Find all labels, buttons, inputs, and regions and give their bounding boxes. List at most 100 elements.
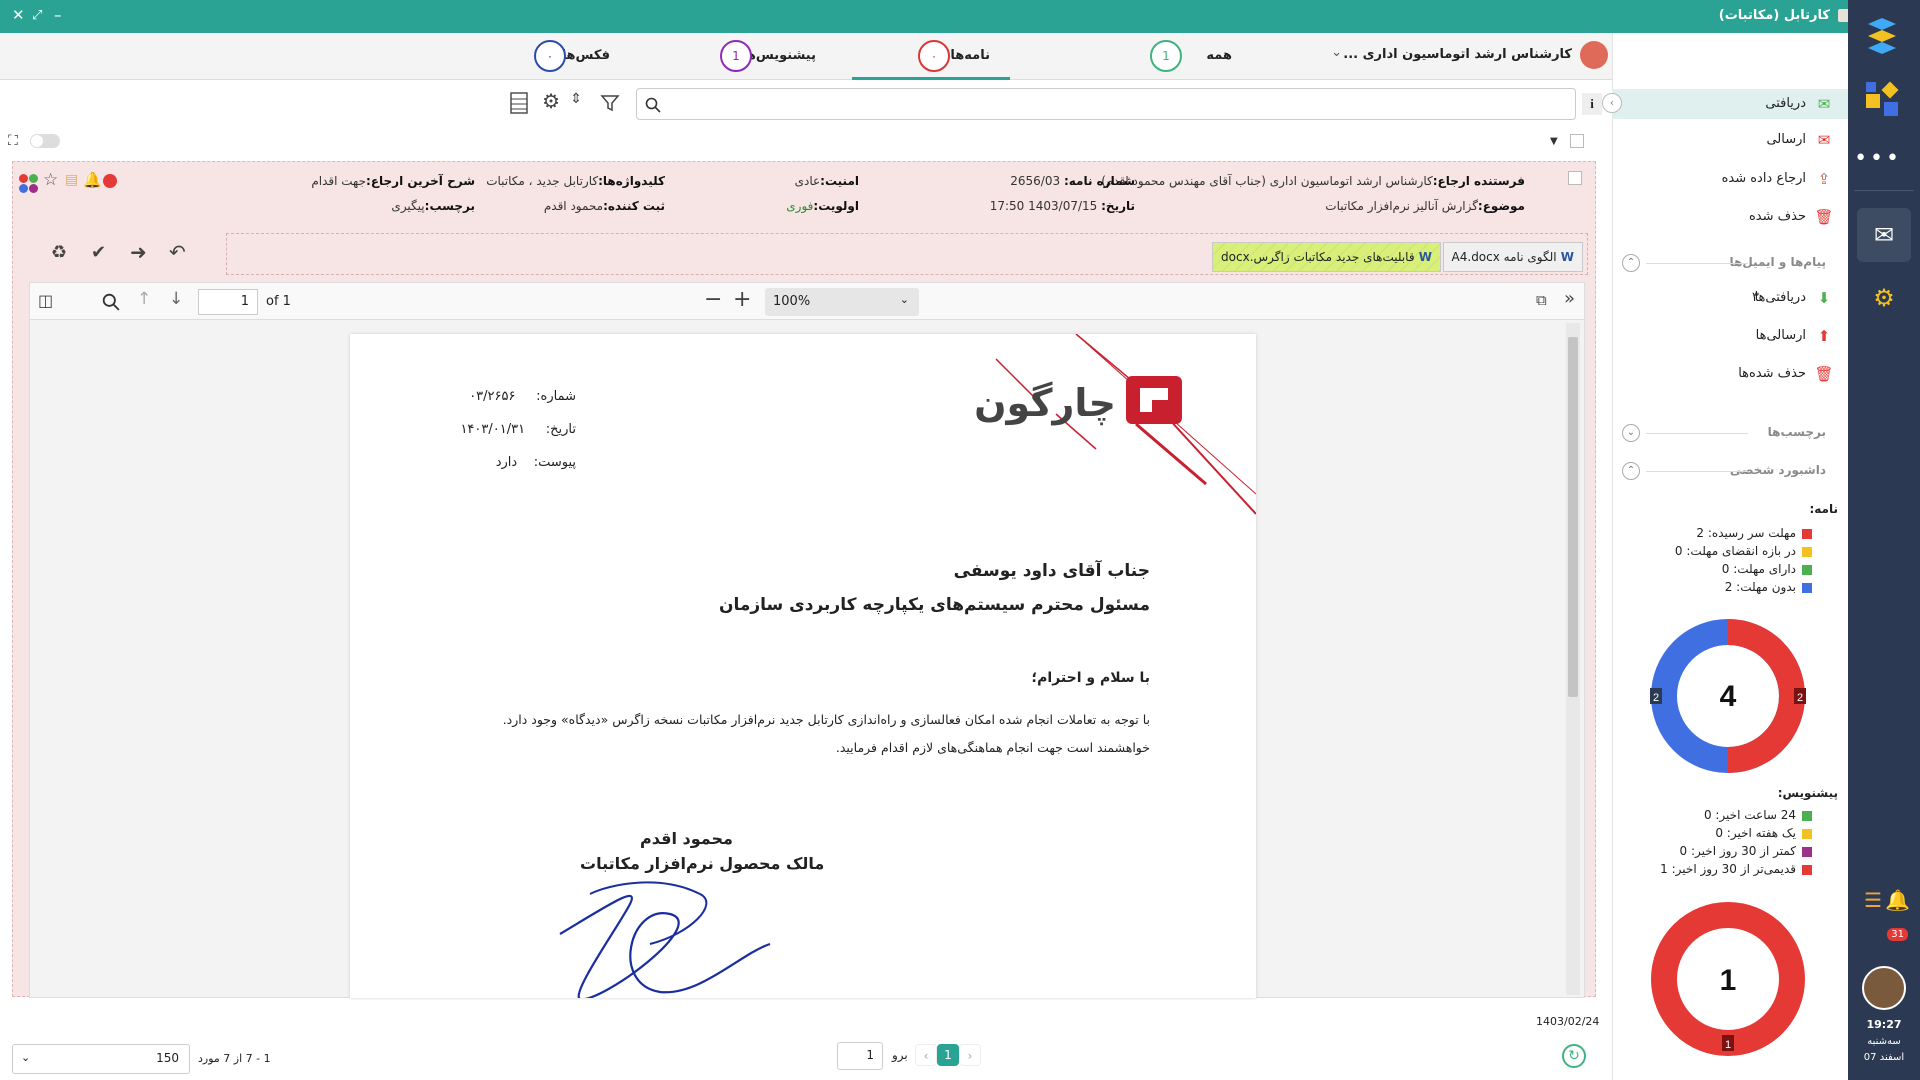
sort-icon[interactable]: ⇕ [570,91,582,107]
prev-page-icon[interactable]: ↑ [137,289,151,309]
list-icon[interactable]: ☰ [1864,888,1882,912]
check-icon[interactable]: ✔ [91,242,106,263]
layout-icon[interactable] [510,92,528,114]
inbox-envelope-icon: ✉ [1817,95,1831,113]
svg-text:چارگون: چارگون [974,381,1116,425]
section-messages[interactable]: پیام‌ها و ایمیل‌ها ⌃ [1612,253,1848,273]
double-chevron-icon[interactable]: » [1564,288,1575,309]
info-button[interactable]: i [1582,93,1602,115]
collapse-sidebar-button[interactable]: ‹ [1602,93,1622,113]
page-count: of 1 [266,294,291,309]
recycle-icon[interactable]: ♻ [51,242,67,263]
gear-icon[interactable]: ⚙ [542,89,560,113]
row-checkbox[interactable] [1568,171,1582,185]
goto-label: برو [892,1048,908,1062]
drafts-total: 1 [1720,964,1737,997]
next-page-icon[interactable]: ↓ [169,289,183,309]
attachment-chip[interactable]: W الگوی نامه A4.docx [1442,242,1583,272]
sidebar-toggle-icon[interactable]: ◫ [38,291,53,310]
attachment-chip[interactable]: W قابلیت‌های جدید مکاتبات زاگرس.docx [1212,242,1441,272]
meta-date: تاریخ: 1403/07/15 17:50 [989,199,1135,213]
zoom-select[interactable]: 100% ⌄ [765,288,919,316]
user-avatar[interactable] [1580,41,1608,69]
toggle-switch[interactable] [30,134,60,148]
page-number-input[interactable]: 1 [198,289,258,315]
clock-date: 07 اسفند [1863,1052,1905,1063]
next-page-button[interactable]: › [959,1044,981,1066]
sidebar-item-label: دریافتی‌ها [1754,290,1806,305]
company-logo: چارگون [974,334,1256,515]
sidebar-item-label: ارسالی [1766,132,1806,147]
doc-signer: محمود اقدم [640,829,733,848]
sidebar-item-label: ارجاع داده شده [1721,171,1806,186]
section-dashboard[interactable]: داشبورد شخصی ⌃ [1612,461,1848,481]
forward-arrow-icon[interactable]: ➜ [130,240,147,264]
letters-seg-right: 2 [1797,692,1803,704]
maximize-icon[interactable]: ⤢ [32,8,42,23]
sidebar-item-sent-messages[interactable]: ⬆ ارسالی‌ها [1612,321,1848,351]
sidebar-item-forwarded[interactable]: ⇪ ارجاع داده شده [1612,164,1848,194]
doc-date: تاریخ: ۱۴۰۳/۰۱/۳۱ [460,422,576,437]
sidebar-item-label: حذف شده [1749,209,1806,224]
doc-number: شماره: ۰۳/۲۶۵۶ [469,389,576,404]
minimize-icon[interactable]: – [54,6,62,24]
star-icon[interactable]: ☆ [43,170,58,190]
search-icon[interactable] [102,293,120,311]
goto-page-input[interactable]: 1 [837,1042,883,1070]
avatar[interactable] [1862,966,1906,1010]
chevron-up-icon[interactable]: ⌃ [1622,254,1640,272]
search-input[interactable] [636,88,1576,120]
sidebar-item-sent[interactable]: ✉ ارسالی [1612,125,1848,155]
presentation-icon[interactable]: ⧉ [1536,291,1547,309]
meta-last-ref: شرح آخرین ارجاع:جهت اقدام [311,174,475,188]
meta-registrar: ثبت کننده:محمود اقدم [543,199,665,213]
mail-icon[interactable]: ✉ [1857,208,1911,262]
pagesize-select[interactable]: ⌄ 150 [12,1044,190,1074]
scrollbar[interactable] [1566,323,1580,995]
settings-sliders-icon[interactable]: ⚙ [1864,278,1904,318]
meta-keywords: کلیدواژه‌ها:کارتابل جدید ، مکاتبات [486,174,665,188]
sidebar-item-inbox[interactable]: ✉ دریافتی [1612,89,1848,119]
section-labels[interactable]: برچسب‌ها ⌄ [1612,423,1848,443]
page-button-current[interactable]: 1 [937,1044,959,1066]
app-logo-icon [1868,18,1896,54]
tab-drafts[interactable]: پیشنویس‌ها 1 [720,40,912,72]
note-icon[interactable]: ▤ [65,172,78,188]
more-icon[interactable]: ••• [1854,146,1902,171]
bell-icon[interactable]: 🔔 [83,171,102,189]
zoom-out-icon[interactable]: − [704,287,722,312]
close-icon[interactable]: ✕ [12,6,25,24]
document-page: چارگون شماره: ۰۳/۲۶۵۶ تاریخ: ۱۴۰۳/۰۱/۳۱ … [350,334,1256,998]
tab-faxes[interactable]: فکس‌ها ۰ [532,40,712,72]
sidebar-item-label: ارسالی‌ها [1755,328,1806,343]
meta-sender: فرستنده ارجاع:کارشناس ارشد اتوماسیون ادا… [1101,174,1525,188]
letter-preview: ☆ ▤ 🔔 فرستنده ارجاع:کارشناس ارشد اتوماسی… [12,161,1596,998]
apps-grid-icon[interactable] [1864,80,1902,118]
chevron-down-icon[interactable]: ⌄ [1331,45,1342,60]
prev-page-button[interactable]: ‹ [915,1044,937,1066]
filter-icon[interactable] [600,93,620,113]
refresh-icon[interactable]: ↻ [1562,1044,1586,1068]
doc-attachment: پیوست: دارد [495,455,576,470]
tab-letters[interactable]: نامه‌ها ۰ [918,40,1070,72]
footer-bar: 1403/02/24 ↻ ⌄ 150 1 - 7 از 7 مورد 1 برو… [0,1000,1612,1080]
chevron-up-icon[interactable]: ⌃ [1622,462,1640,480]
sidebar-item-received-messages[interactable]: ⬇ دریافتی‌ها ۳ [1612,283,1848,313]
clock-day: سه‌شنبه [1867,1036,1901,1047]
chevron-down-icon[interactable]: ⌄ [1622,424,1640,442]
sidebar-item-deleted-messages[interactable]: 🗑 حذف شده‌ها [1612,359,1848,389]
forwarded-icon: ⇪ [1817,170,1831,188]
tab-all[interactable]: همه 1 [1132,40,1232,72]
user-name[interactable]: کارشناس ارشد اتوماسیون اداری ... [1343,47,1572,62]
zoom-in-icon[interactable]: + [733,287,751,312]
viewer-toolbar: ◫ ↑ ↓ 1 of 1 − + 100% ⌄ ⧉ » [30,283,1584,320]
letters-total: 4 [1720,680,1737,713]
select-all-checkbox[interactable] [1570,134,1584,148]
caret-down-icon[interactable]: ▼ [1550,136,1558,147]
sidebar-item-deleted[interactable]: 🗑 حذف شده [1612,202,1848,232]
letters-legend: مهلت سر رسیده: 2 در بازه انقضای مهلت: 0 … [1632,525,1812,597]
bell-icon[interactable]: 🔔 [1885,888,1910,912]
meta-priority: اولویت:فوری [786,199,859,213]
reply-arrow-icon[interactable]: ↶ [169,240,186,264]
expand-icon[interactable]: ⛶ [8,133,18,149]
